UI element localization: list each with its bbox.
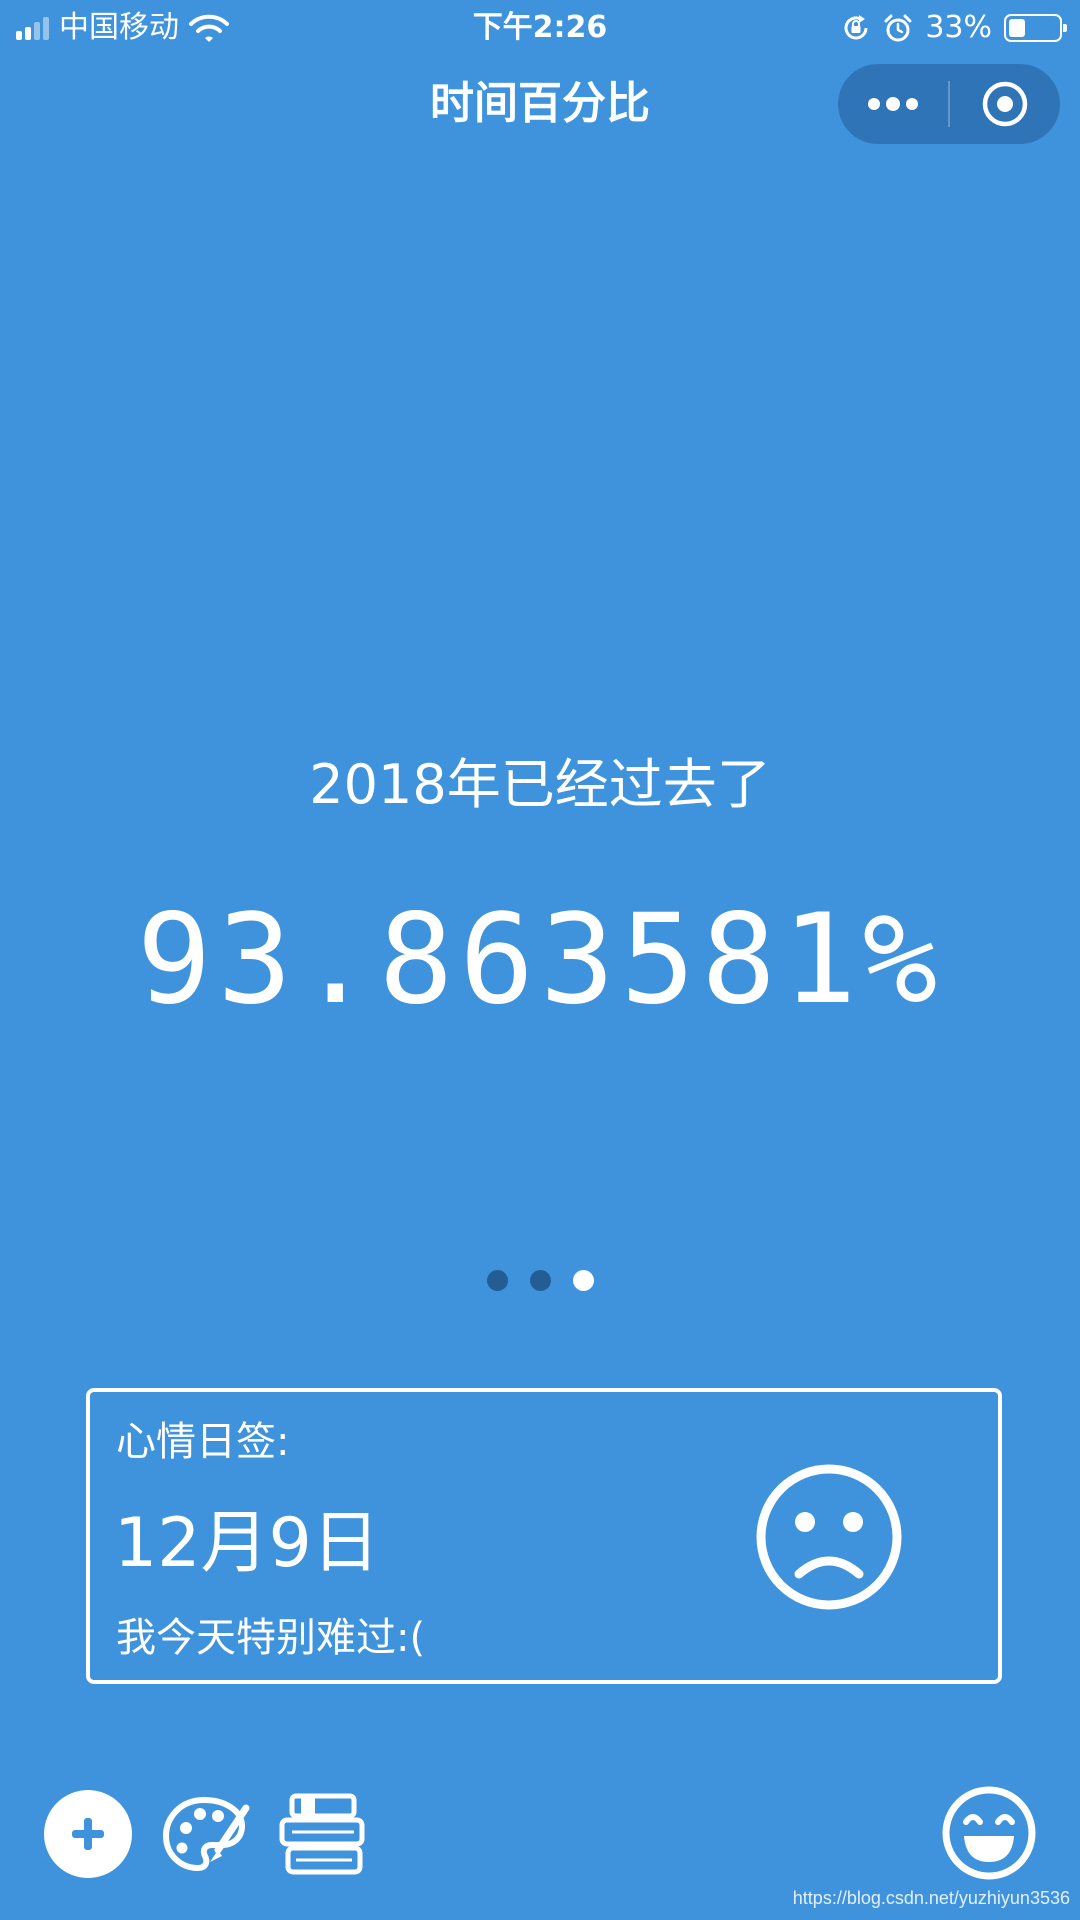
- sad-face-icon: [756, 1464, 902, 1610]
- palette-icon[interactable]: [160, 1790, 250, 1880]
- mood-card[interactable]: 心情日签: 12月9日 我今天特别难过:(: [86, 1388, 1002, 1684]
- rotation-lock-icon: [844, 15, 868, 40]
- battery-icon: [1004, 14, 1067, 42]
- happy-face-icon[interactable]: [940, 1784, 1038, 1882]
- mood-text: 我今天特别难过:(: [116, 1615, 426, 1661]
- close-button[interactable]: [950, 64, 1060, 144]
- mood-heading: 心情日签:: [116, 1419, 290, 1465]
- more-button[interactable]: [838, 64, 948, 144]
- pager-dots[interactable]: [0, 1270, 1080, 1291]
- status-bar: 中国移动 下午2:26 33%: [0, 0, 1080, 54]
- year-progress-percent: 93.863581%: [136, 888, 944, 1032]
- book-icon[interactable]: [274, 1790, 370, 1880]
- pager-dot[interactable]: [529, 1270, 551, 1291]
- watermark: https://blog.csdn.net/yuzhiyun3536: [792, 1888, 1070, 1908]
- mini-program-capsule: [838, 64, 1060, 144]
- close-target-icon: [982, 81, 1028, 127]
- mood-date: 12月9日: [114, 1504, 380, 1583]
- pager-dot[interactable]: [572, 1270, 594, 1291]
- year-progress-label: 2018年已经过去了: [309, 753, 771, 816]
- alarm-icon: [884, 14, 912, 42]
- pager-dot[interactable]: [486, 1270, 508, 1291]
- battery-percent: 33%: [925, 10, 992, 45]
- battery-fill: [1009, 19, 1025, 37]
- add-icon: [72, 1818, 104, 1850]
- status-right: 33%: [841, 8, 1067, 48]
- more-icon: [868, 97, 918, 111]
- add-button[interactable]: [44, 1790, 132, 1878]
